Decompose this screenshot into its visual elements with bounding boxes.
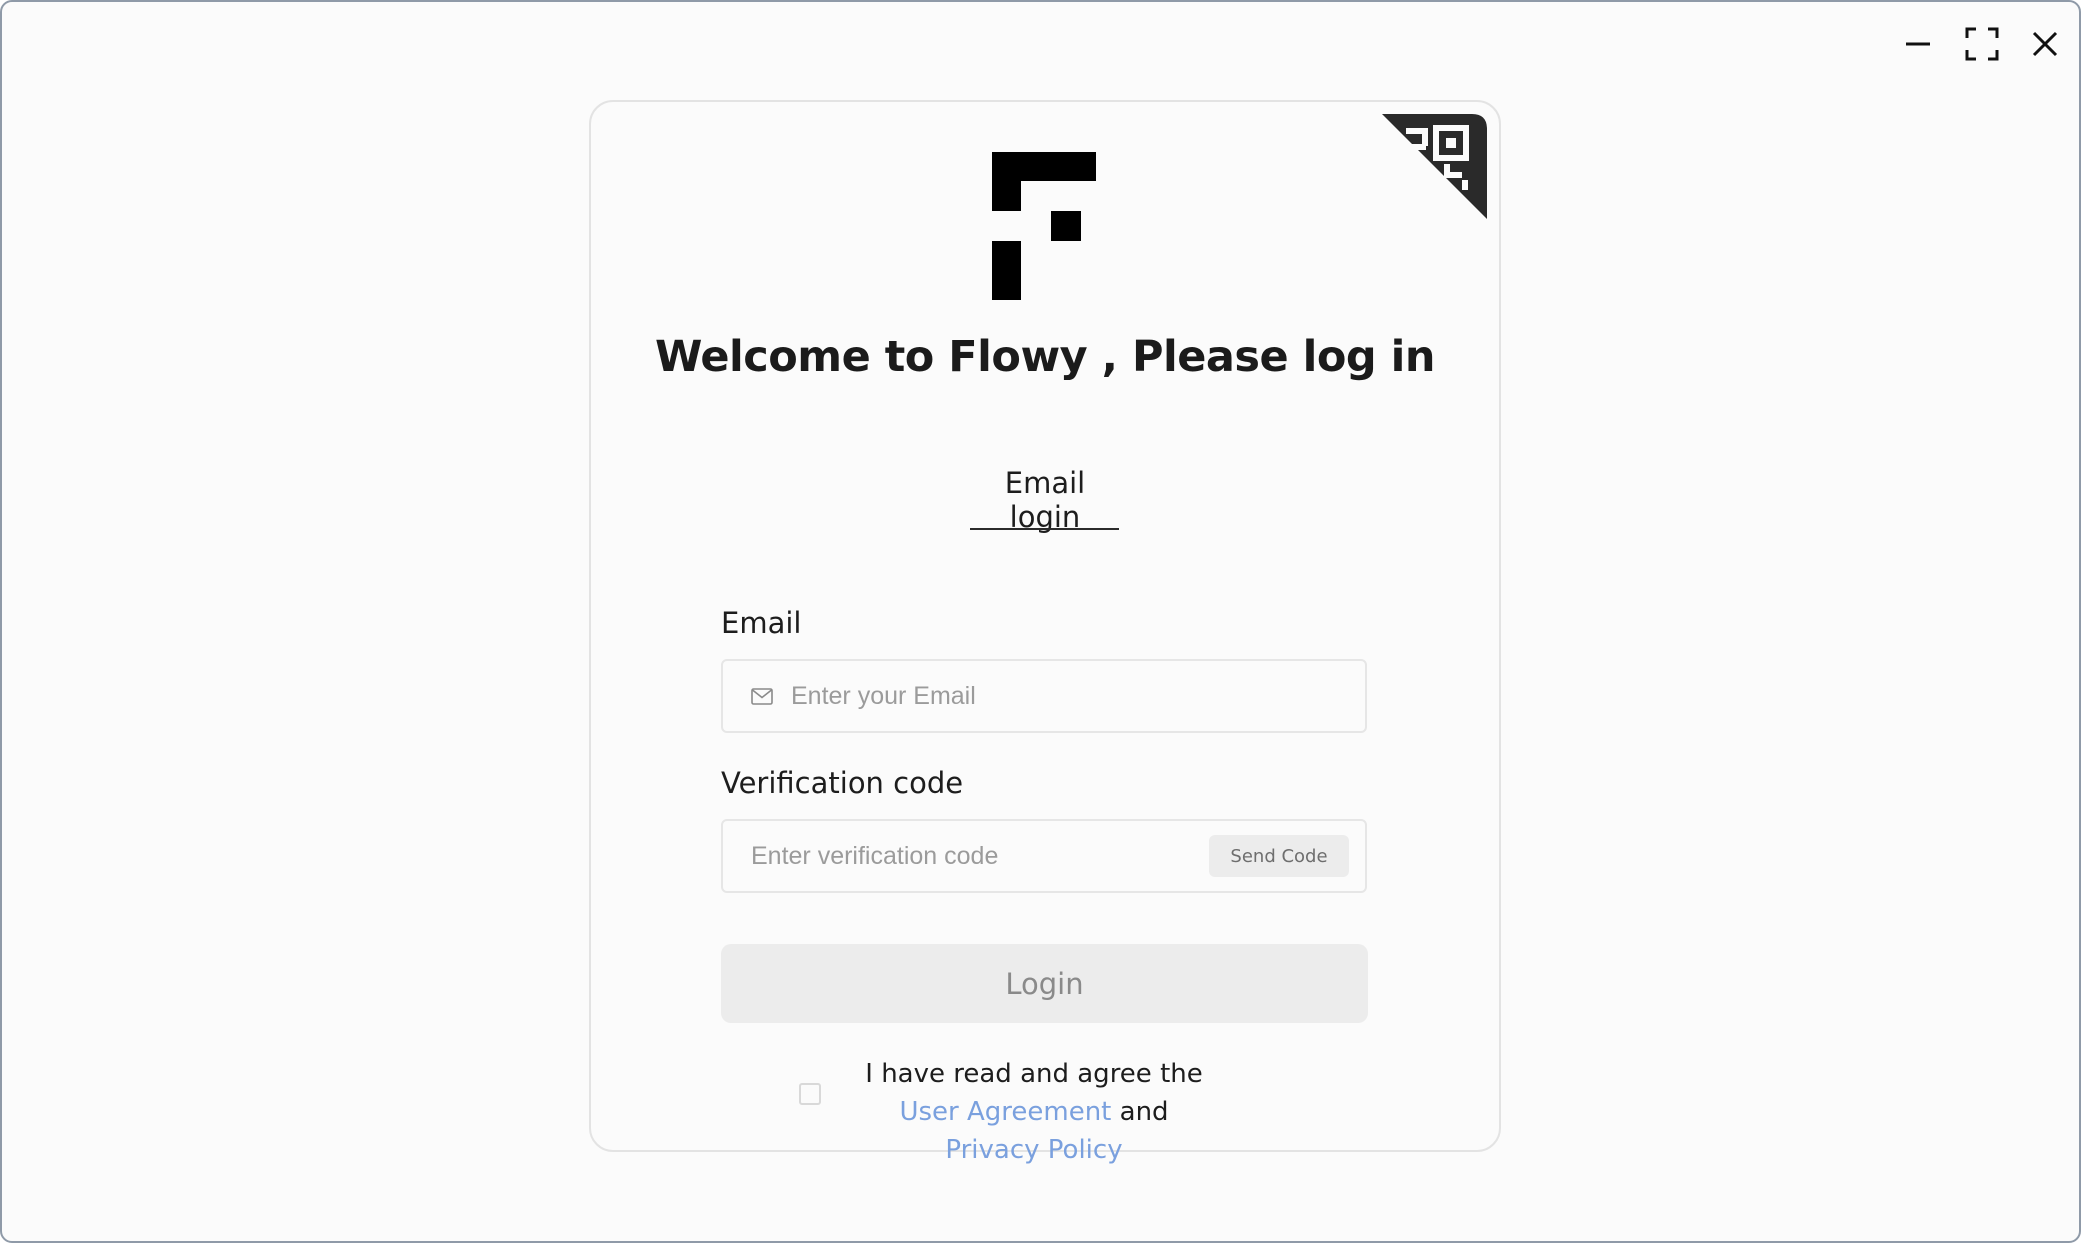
agreement-text: I have read and agree the User Agreement…	[864, 1055, 1204, 1169]
agreement-checkbox[interactable]	[799, 1083, 821, 1105]
mail-icon	[751, 688, 773, 705]
agreement-prefix: I have read and agree the	[865, 1059, 1203, 1089]
tab-active-indicator	[970, 528, 1119, 530]
close-button[interactable]	[2021, 20, 2069, 68]
flowy-logo	[992, 152, 1096, 300]
minimize-icon	[1906, 42, 1930, 46]
tab-email-login[interactable]: Email login	[970, 466, 1120, 534]
qr-code-icon	[1382, 114, 1487, 219]
verification-code-field-container: Send Code	[721, 819, 1367, 893]
email-input[interactable]	[791, 661, 1351, 731]
agreement-conjunction: and	[1119, 1097, 1169, 1127]
maximize-button[interactable]	[1958, 20, 2006, 68]
email-field-container	[721, 659, 1367, 733]
user-agreement-link[interactable]: User Agreement	[899, 1097, 1111, 1127]
minimize-button[interactable]	[1894, 20, 1942, 68]
app-window: Welcome to Flowy , Please log in Email l…	[0, 0, 2081, 1243]
verification-code-input[interactable]	[751, 821, 1191, 891]
verification-code-label: Verification code	[721, 766, 964, 800]
fullscreen-icon	[1965, 27, 1999, 61]
page-title: Welcome to Flowy , Please log in	[654, 332, 1436, 382]
privacy-policy-link[interactable]: Privacy Policy	[945, 1135, 1122, 1165]
login-button[interactable]: Login	[721, 944, 1368, 1023]
qr-login-toggle[interactable]	[1382, 114, 1487, 219]
close-icon	[2032, 31, 2058, 57]
send-code-button[interactable]: Send Code	[1209, 835, 1349, 877]
email-label: Email	[721, 606, 802, 640]
